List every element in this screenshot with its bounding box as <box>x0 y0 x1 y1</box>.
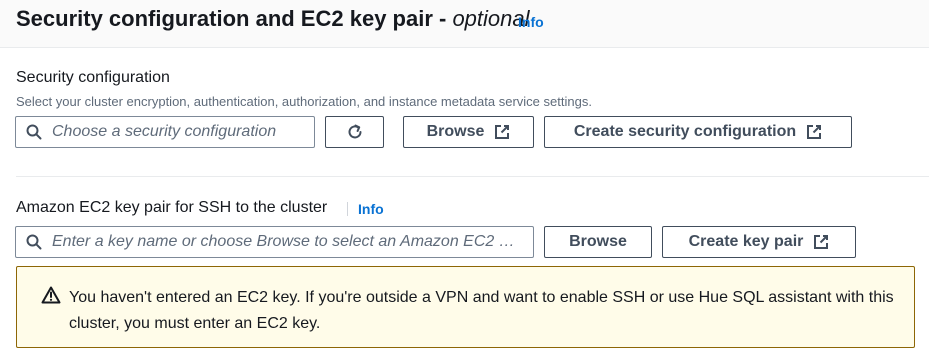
create-security-configuration-label: Create security configuration <box>573 123 797 140</box>
warning-message: You haven't entered an EC2 key. If you'r… <box>69 289 894 332</box>
key-pair-input[interactable] <box>52 233 519 251</box>
search-icon <box>26 124 42 140</box>
key-pair-search[interactable] <box>15 226 534 258</box>
search-icon <box>26 234 42 250</box>
key-pair-info-link[interactable]: Info <box>358 201 384 217</box>
section-divider <box>16 176 929 177</box>
external-link-icon <box>806 124 822 140</box>
page-title: Security configuration and EC2 key pair … <box>16 6 530 32</box>
browse-label: Browse <box>569 233 627 250</box>
external-link-icon <box>813 234 829 250</box>
security-configuration-label: Security configuration <box>16 69 170 86</box>
security-configuration-search[interactable] <box>15 116 315 148</box>
security-configuration-browse-button[interactable]: Browse <box>403 116 534 148</box>
create-key-pair-label: Create key pair <box>688 233 804 250</box>
refresh-icon <box>348 124 361 139</box>
create-key-pair-button[interactable]: Create key pair <box>662 226 856 258</box>
security-configuration-input[interactable] <box>52 123 300 141</box>
label-separator <box>347 202 348 216</box>
section-header: Security configuration and EC2 key pair … <box>0 0 929 48</box>
security-configuration-description: Select your cluster encryption, authenti… <box>16 94 592 109</box>
key-pair-browse-button[interactable]: Browse <box>544 226 652 258</box>
warning-icon <box>41 286 61 309</box>
create-security-configuration-button[interactable]: Create security configuration <box>544 116 852 148</box>
browse-label: Browse <box>426 123 485 140</box>
refresh-button[interactable] <box>325 116 384 148</box>
key-pair-label: Amazon EC2 key pair for SSH to the clust… <box>16 199 328 216</box>
warning-alert: You haven't entered an EC2 key. If you'r… <box>16 266 915 348</box>
header-info-link[interactable]: Info <box>518 14 544 30</box>
title-text: Security configuration and EC2 key pair … <box>16 6 453 31</box>
external-link-icon <box>494 124 510 140</box>
